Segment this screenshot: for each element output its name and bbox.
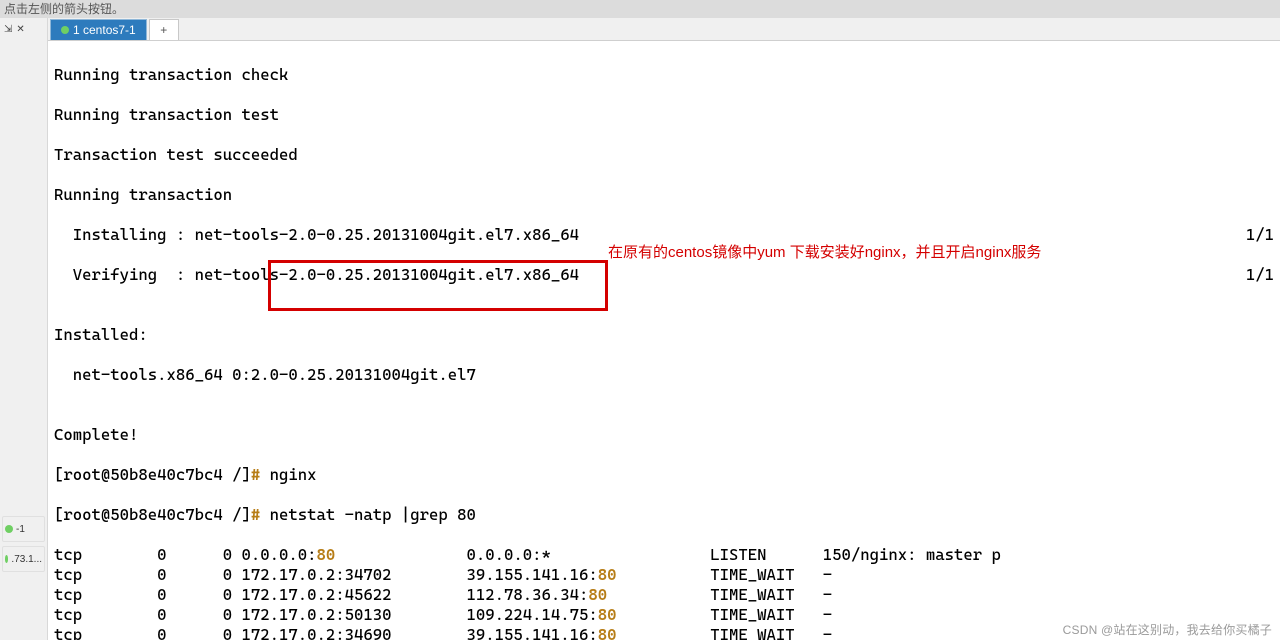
top-hint-bar: 点击左侧的箭头按钮。 [0, 0, 1280, 19]
term-line: Running transaction [54, 185, 1274, 205]
netstat-row: tcp 0 0 0.0.0.0:80 0.0.0.0:* LISTEN 150/… [54, 545, 1274, 565]
netstat-row: tcp 0 0 172.17.0.2:34702 39.155.141.16:8… [54, 565, 1274, 585]
main-layout: ⇲ ✕ -1 .73.1... 1 centos7-1 + Running tr… [0, 18, 1280, 640]
sidebar-item-a[interactable]: -1 [2, 516, 45, 542]
plus-icon: + [160, 23, 167, 37]
tab-bar: 1 centos7-1 + [48, 18, 1280, 41]
left-sidebar: ⇲ ✕ -1 .73.1... [0, 18, 48, 640]
terminal-content: Running transaction check Running transa… [54, 45, 1274, 640]
term-line: Running transaction test [54, 105, 1274, 125]
right-column: 1 centos7-1 + Running transaction check … [48, 18, 1280, 640]
tab-centos7-1[interactable]: 1 centos7-1 [50, 19, 147, 40]
term-line: net-tools.x86_64 0:2.0-0.25.20131004git.… [54, 365, 1274, 385]
annotation-box [268, 260, 608, 311]
tab-label: 1 centos7-1 [73, 23, 136, 37]
new-tab-button[interactable]: + [149, 19, 179, 40]
hint-text: 点击左侧的箭头按钮。 [4, 2, 124, 16]
status-dot-icon [5, 525, 13, 533]
term-line: Running transaction check [54, 65, 1274, 85]
watermark-text: CSDN @站在这别动，我去给你买橘子 [1063, 621, 1272, 638]
annotation-text: 在原有的centos镜像中yum 下载安装好nginx，并且开启nginx服务 [608, 241, 1041, 262]
terminal-pane[interactable]: Running transaction check Running transa… [48, 41, 1280, 640]
term-line: Verifying : net-tools-2.0-0.25.20131004g… [54, 265, 1274, 285]
sidebar-pin-row: ⇲ ✕ [0, 18, 47, 40]
term-prompt-line: [root@50b8e40c7bc4 /]# netstat -natp |gr… [54, 505, 1274, 525]
pin-icon[interactable]: ⇲ [4, 24, 12, 35]
sidebar-item-b[interactable]: .73.1... [2, 546, 45, 572]
sidebar-item-label: -1 [16, 524, 25, 535]
term-line: Complete! [54, 425, 1274, 445]
sidebar-item-label: .73.1... [11, 554, 42, 565]
netstat-row: tcp 0 0 172.17.0.2:45622 112.78.36.34:80… [54, 585, 1274, 605]
status-dot-icon [61, 26, 69, 34]
term-line: Installed: [54, 325, 1274, 345]
status-dot-icon [5, 555, 8, 563]
term-prompt-line: [root@50b8e40c7bc4 /]# nginx [54, 465, 1274, 485]
close-icon[interactable]: ✕ [16, 24, 24, 35]
term-line: Transaction test succeeded [54, 145, 1274, 165]
